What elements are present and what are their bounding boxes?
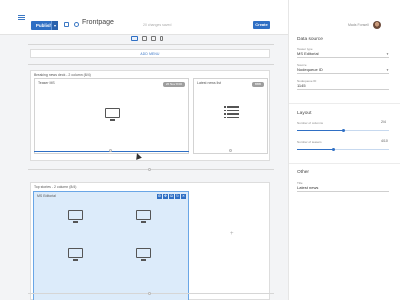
module-toolbar: ⚙ ✥ ⧉ ↻ ✕ xyxy=(157,194,186,199)
divider xyxy=(28,169,274,170)
section-breaking-news[interactable]: Breaking news deck - 2 column (8/4) Teas… xyxy=(30,70,270,161)
status-badge: 26 Nov 8:00 xyxy=(162,82,185,87)
module-label: MS Editorial xyxy=(37,194,56,198)
resize-handle[interactable] xyxy=(109,149,112,152)
add-menu-button[interactable]: ADD MENU xyxy=(30,49,270,58)
divider xyxy=(289,163,400,164)
laptop-view-icon[interactable] xyxy=(151,36,156,41)
source-select[interactable]: Nodequeue ID xyxy=(297,67,323,72)
desktop-placeholder-icon xyxy=(68,210,83,224)
publish-dropdown-chevron-icon[interactable]: ▾ xyxy=(51,21,58,30)
module-teaser[interactable]: Teaser MS 26 Nov 8:00 xyxy=(34,78,189,154)
status-badge: BBB xyxy=(251,82,264,87)
mobile-preview-icon[interactable] xyxy=(74,22,79,27)
columns-value: 2/4 xyxy=(381,120,386,124)
section-add-handle[interactable] xyxy=(148,168,151,171)
desktop-placeholder-icon xyxy=(68,248,83,262)
section-label: Top stories - 2 column (8/4) xyxy=(34,185,77,189)
properties-panel: Mads Fonsell Data source Teaser type MS … xyxy=(288,0,400,300)
section-top-stories[interactable]: Top stories - 2 column (8/4) MS Editoria… xyxy=(30,182,270,300)
teaser-type-select[interactable]: MS Editorial xyxy=(297,51,319,56)
module-label: Latest news list xyxy=(197,81,221,85)
chevron-down-icon[interactable]: ▼ xyxy=(386,68,389,72)
divider xyxy=(28,293,274,294)
teasers-slider-knob[interactable] xyxy=(332,148,336,151)
desktop-placeholder-icon xyxy=(136,210,151,224)
columns-slider-fill xyxy=(297,130,343,131)
hamburger-menu-icon[interactable] xyxy=(18,15,25,20)
page-canvas: ADD MENU Breaking news deck - 2 column (… xyxy=(23,35,275,300)
user-name: Mads Fonsell xyxy=(348,23,369,27)
panel-header: Mads Fonsell xyxy=(289,0,400,35)
move-icon[interactable]: ✥ xyxy=(163,194,168,199)
delete-icon[interactable]: ✕ xyxy=(181,194,186,199)
device-switcher xyxy=(128,35,168,43)
field-underline xyxy=(297,191,389,192)
teasers-value: 4/10 xyxy=(381,139,388,143)
avatar[interactable] xyxy=(373,21,381,29)
divider xyxy=(289,103,400,104)
data-source-title: Data source xyxy=(297,37,323,42)
columns-label: Number of columns xyxy=(297,121,324,125)
desktop-preview-icon[interactable] xyxy=(64,22,69,27)
nodequeue-input[interactable]: 1145 xyxy=(297,83,306,88)
page-title: Frontpage xyxy=(82,19,114,26)
teasers-slider-fill xyxy=(297,149,334,150)
teasers-label: Number of teasers xyxy=(297,140,322,144)
resize-handle[interactable] xyxy=(229,149,232,152)
field-underline xyxy=(297,89,389,90)
desktop-view-icon[interactable] xyxy=(131,36,138,41)
divider xyxy=(28,64,274,65)
divider xyxy=(28,44,274,45)
copy-icon[interactable]: ⧉ xyxy=(169,194,174,199)
module-ms-editorial-selected[interactable]: MS Editorial ⚙ ✥ ⧉ ↻ ✕ xyxy=(33,191,189,300)
phone-view-icon[interactable] xyxy=(160,36,163,41)
create-button[interactable]: Create xyxy=(253,21,270,29)
field-underline xyxy=(297,73,389,74)
field-underline xyxy=(297,57,389,58)
module-latest-news[interactable]: Latest news list BBB xyxy=(193,78,268,154)
section-label: Breaking news deck - 2 column (8/4) xyxy=(34,73,91,77)
save-status: 20 changes saved xyxy=(143,23,172,27)
desktop-placeholder-icon xyxy=(105,108,120,122)
tablet-view-icon[interactable] xyxy=(142,36,147,41)
section-add-handle[interactable] xyxy=(148,292,151,295)
layout-title: Layout xyxy=(297,111,312,116)
columns-slider-knob[interactable] xyxy=(341,129,345,132)
title-input[interactable]: Latest news xyxy=(297,185,318,190)
list-placeholder-icon xyxy=(224,106,240,119)
add-module-plus-icon[interactable]: + xyxy=(230,231,234,237)
module-label: Teaser MS xyxy=(38,81,55,85)
refresh-icon[interactable]: ↻ xyxy=(175,194,180,199)
other-title: Other xyxy=(297,170,309,175)
settings-icon[interactable]: ⚙ xyxy=(157,194,162,199)
chevron-down-icon[interactable]: ▼ xyxy=(386,52,389,56)
desktop-placeholder-icon xyxy=(136,248,151,262)
